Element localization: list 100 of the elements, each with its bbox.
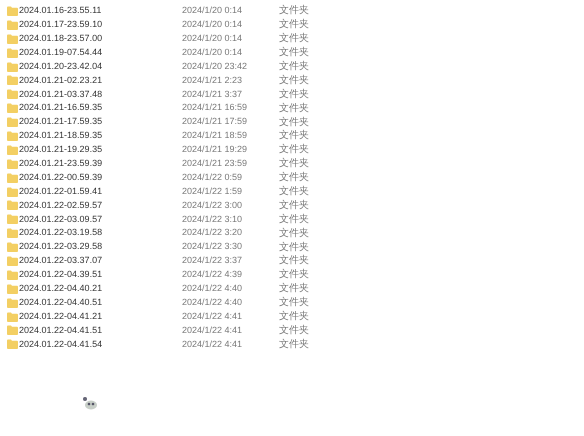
file-name[interactable]: 2024.01.21-03.37.48 bbox=[19, 88, 182, 102]
folder-icon bbox=[7, 117, 18, 128]
folder-icon bbox=[7, 130, 18, 141]
file-name[interactable]: 2024.01.22-03.19.58 bbox=[19, 226, 182, 240]
file-type: 文件夹 bbox=[279, 46, 309, 60]
modified-date: 2024/1/22 4:40 bbox=[182, 282, 244, 295]
file-type: 文件夹 bbox=[279, 32, 309, 46]
folder-icon bbox=[7, 298, 18, 308]
file-name[interactable]: 2024.01.21-17.59.35 bbox=[19, 115, 182, 129]
file-name[interactable]: 2024.01.16-23.55.11 bbox=[19, 4, 182, 18]
modified-date: 2024/1/22 0:59 bbox=[182, 170, 244, 184]
file-type: 文件夹 bbox=[279, 324, 309, 338]
file-name[interactable]: 2024.01.22-01.59.41 bbox=[19, 184, 182, 198]
file-type: 文件夹 bbox=[279, 338, 309, 352]
modified-date: 2024/1/22 3:10 bbox=[182, 212, 244, 226]
file-name[interactable]: 2024.01.22-04.39.51 bbox=[19, 268, 182, 282]
file-type: 文件夹 bbox=[279, 128, 309, 144]
file-type: 文件夹 bbox=[279, 74, 309, 88]
folder-icon bbox=[7, 284, 18, 294]
file-type: 文件夹 bbox=[279, 268, 309, 282]
folder-icon bbox=[7, 89, 18, 100]
file-name[interactable]: 2024.01.22-04.41.21 bbox=[19, 310, 182, 324]
file-type: 文件夹 bbox=[279, 18, 309, 32]
file-type: 文件夹 bbox=[279, 170, 309, 186]
file-name[interactable]: 2024.01.22-03.09.57 bbox=[19, 212, 182, 226]
folder-icon bbox=[7, 256, 18, 266]
file-name[interactable]: 2024.01.21-16.59.35 bbox=[19, 101, 182, 115]
file-name[interactable]: 2024.01.21-19.29.35 bbox=[19, 143, 182, 157]
modified-date: 2024/1/21 2:23 bbox=[182, 74, 244, 87]
file-type: 文件夹 bbox=[279, 156, 309, 172]
modified-date: 2024/1/22 4:41 bbox=[182, 324, 244, 337]
modified-date: 2024/1/22 4:41 bbox=[182, 338, 244, 351]
file-type: 文件夹 bbox=[279, 254, 309, 268]
file-type: 文件夹 bbox=[279, 282, 309, 296]
file-name[interactable]: 2024.01.22-04.40.21 bbox=[19, 282, 182, 296]
file-name[interactable]: 2024.01.18-23.57.00 bbox=[19, 32, 182, 46]
folder-icon bbox=[7, 339, 18, 350]
folder-icon bbox=[7, 214, 18, 224]
file-name[interactable]: 2024.01.21-23.59.39 bbox=[19, 156, 182, 170]
file-type: 文件夹 bbox=[279, 310, 309, 324]
file-type: 文件夹 bbox=[279, 4, 309, 18]
file-name[interactable]: 2024.01.22-04.41.54 bbox=[19, 338, 182, 352]
file-name[interactable]: 2024.01.21-02.23.21 bbox=[19, 74, 182, 88]
modified-date: 2024/1/21 18:59 bbox=[182, 129, 248, 142]
modified-date: 2024/1/21 16:59 bbox=[182, 101, 248, 114]
file-name[interactable]: 2024.01.22-02.59.57 bbox=[19, 198, 182, 212]
file-name[interactable]: 2024.01.22-03.37.07 bbox=[19, 254, 182, 268]
modified-date: 2024/1/22 1:59 bbox=[182, 184, 244, 198]
modified-date: 2024/1/20 23:42 bbox=[182, 60, 248, 73]
modified-date: 2024/1/22 3:37 bbox=[182, 254, 244, 268]
modified-date: 2024/1/22 3:00 bbox=[182, 198, 244, 212]
file-type: 文件夹 bbox=[279, 184, 309, 200]
file-name[interactable]: 2024.01.22-00.59.39 bbox=[19, 170, 182, 184]
folder-icon bbox=[7, 158, 18, 169]
file-type: 文件夹 bbox=[279, 60, 309, 74]
folder-icon bbox=[7, 186, 18, 197]
file-type: 文件夹 bbox=[279, 142, 309, 158]
folder-icon bbox=[7, 34, 18, 44]
file-name[interactable]: 2024.01.22-04.41.51 bbox=[19, 324, 182, 338]
modified-date: 2024/1/21 19:29 bbox=[182, 143, 248, 156]
modified-date: 2024/1/21 23:59 bbox=[182, 156, 248, 170]
modified-date: 2024/1/22 3:20 bbox=[182, 226, 244, 240]
file-type: 文件夹 bbox=[279, 116, 309, 130]
file-name[interactable]: 2024.01.22-04.40.51 bbox=[19, 296, 182, 310]
folder-icon bbox=[7, 62, 18, 72]
file-type: 文件夹 bbox=[279, 212, 309, 227]
folder-icon bbox=[7, 6, 18, 16]
folder-icon bbox=[7, 270, 18, 280]
modified-date: 2024/1/22 4:41 bbox=[182, 310, 244, 323]
file-type: 文件夹 bbox=[279, 198, 309, 213]
folder-icon bbox=[7, 48, 18, 58]
folder-icon bbox=[7, 312, 18, 322]
modified-date: 2024/1/20 0:14 bbox=[182, 32, 244, 45]
modified-date: 2024/1/21 17:59 bbox=[182, 115, 248, 128]
file-name[interactable]: 2024.01.20-23.42.04 bbox=[19, 60, 182, 74]
folder-icon bbox=[7, 20, 18, 30]
modified-date: 2024/1/20 0:14 bbox=[182, 4, 244, 18]
folder-icon bbox=[7, 325, 18, 336]
folder-icon bbox=[7, 228, 18, 238]
modified-date: 2024/1/20 0:14 bbox=[182, 46, 244, 59]
folder-icon bbox=[7, 200, 18, 210]
modified-date: 2024/1/22 3:30 bbox=[182, 240, 244, 254]
folder-icon bbox=[7, 144, 18, 155]
modified-date: 2024/1/21 3:37 bbox=[182, 88, 244, 101]
modified-date: 2024/1/22 4:40 bbox=[182, 296, 244, 309]
file-type: 文件夹 bbox=[279, 102, 309, 116]
modified-date: 2024/1/22 4:39 bbox=[182, 268, 244, 282]
folder-icon bbox=[7, 75, 18, 86]
file-name[interactable]: 2024.01.19-07.54.44 bbox=[19, 46, 182, 60]
file-name[interactable]: 2024.01.22-03.29.58 bbox=[19, 240, 182, 254]
modified-date: 2024/1/20 0:14 bbox=[182, 18, 244, 32]
folder-icon bbox=[7, 103, 18, 114]
file-name[interactable]: 2024.01.17-23.59.10 bbox=[19, 18, 182, 32]
file-name[interactable]: 2024.01.21-18.59.35 bbox=[19, 129, 182, 143]
file-type: 文件夹 bbox=[279, 88, 309, 102]
file-type: 文件夹 bbox=[279, 226, 309, 241]
folder-icon bbox=[7, 172, 18, 183]
file-type: 文件夹 bbox=[279, 296, 309, 310]
folder-icon bbox=[7, 242, 18, 252]
file-type: 文件夹 bbox=[279, 240, 309, 254]
